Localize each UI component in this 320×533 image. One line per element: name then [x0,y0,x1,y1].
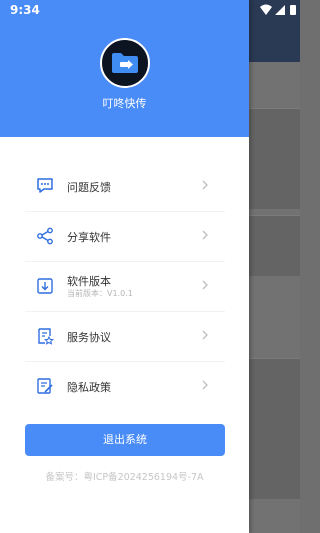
status-time: 9:34 [10,3,40,17]
current-version-text: 当前版本：V1.0.1 [67,289,133,298]
battery-icon [290,5,296,15]
background-card [249,108,300,209]
navigation-drawer: 叮咚快传 问题反馈 分享软件 软件版本 当前版本：V1.0.1 服务协议 隐私政… [0,0,249,533]
feedback-icon [37,178,53,193]
privacy-icon [37,378,53,394]
chevron-right-icon [202,380,208,390]
menu-item-version[interactable]: 软件版本 当前版本：V1.0.1 [25,261,225,312]
background-card [249,215,300,276]
menu-item-share[interactable]: 分享软件 [25,211,225,262]
menu-item-service-agreement[interactable]: 服务协议 [25,311,225,362]
wifi-icon [260,4,272,15]
folder-icon [112,53,138,73]
share-icon [37,227,53,245]
chevron-right-icon [202,230,208,240]
menu-item-label: 隐私政策 [67,381,111,394]
download-icon [37,278,53,294]
chevron-right-icon [202,180,208,190]
menu-item-label: 软件版本 [67,275,111,288]
background-card [249,358,300,499]
app-name: 叮咚快传 [102,97,147,110]
menu-item-label: 问题反馈 [67,181,111,194]
agreement-icon [38,328,54,345]
chevron-right-icon [202,330,208,340]
menu-item-feedback[interactable]: 问题反馈 [25,161,225,212]
menu-item-privacy-policy[interactable]: 隐私政策 [25,361,225,411]
chevron-right-icon [202,280,208,290]
status-icons [260,4,296,15]
logout-button[interactable]: 退出系统 [25,424,225,456]
menu-item-label: 服务协议 [67,331,111,344]
app-logo-avatar [100,38,150,88]
signal-icon [275,5,285,15]
icp-record-text: 备案号：粤ICP备2024256194号-7A [45,472,204,483]
menu-item-label: 分享软件 [67,231,111,244]
status-bar: 9:34 [0,0,249,22]
